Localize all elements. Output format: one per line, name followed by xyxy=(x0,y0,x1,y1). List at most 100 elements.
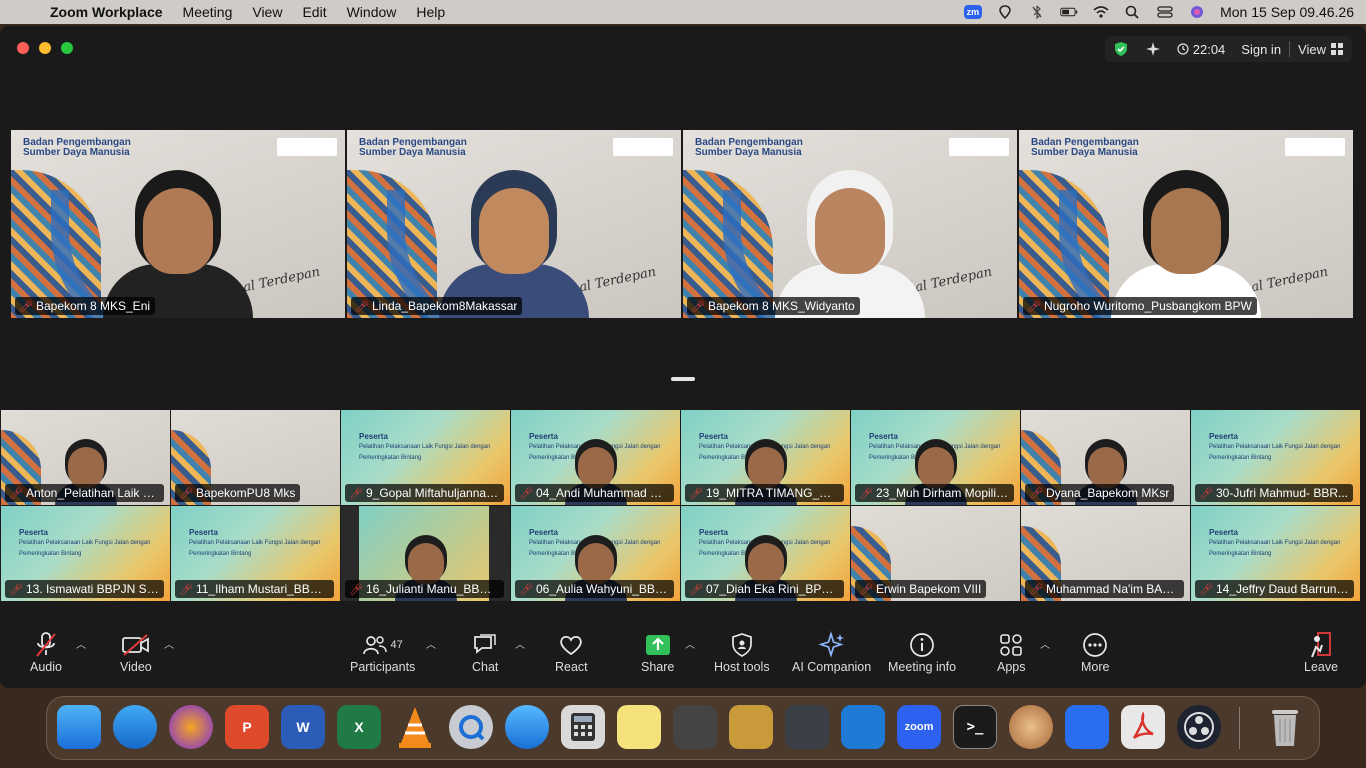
participants-button[interactable]: 47 Participants xyxy=(350,630,415,674)
zoom-app-icon[interactable]: zoom xyxy=(897,705,941,749)
menu-view[interactable]: View xyxy=(242,4,292,20)
trash-icon[interactable] xyxy=(1263,705,1307,749)
control-center-icon[interactable] xyxy=(1156,5,1174,19)
speaker-tile[interactable]: Badan Pengembangan Sumber Daya Manusia Pro… xyxy=(347,130,681,318)
speaker-tile[interactable]: Badan Pengembangan Sumber Daya Manusia Pro… xyxy=(1019,130,1353,318)
gallery-tile[interactable]: PesertaPelatihan Pelaksanaan Laik Fungsi… xyxy=(171,506,340,601)
clock-icon xyxy=(1177,43,1189,55)
menu-window[interactable]: Window xyxy=(337,4,407,20)
menu-app-name[interactable]: Zoom Workplace xyxy=(40,4,173,20)
pdf-reader-icon[interactable] xyxy=(1121,705,1165,749)
gallery-tile[interactable]: 🎤︎ Muhammad Na'im BAPE... xyxy=(1021,506,1190,601)
firefox-icon[interactable] xyxy=(169,705,213,749)
location-icon[interactable] xyxy=(996,5,1014,19)
gallery-tile[interactable]: PesertaPelatihan Pelaksanaan Laik Fungsi… xyxy=(511,410,680,505)
excel-icon[interactable]: X xyxy=(337,705,381,749)
apps-button[interactable]: Apps xyxy=(997,630,1026,674)
share-options-caret[interactable]: ︿ xyxy=(685,636,695,651)
zoom-status-icon[interactable]: zm xyxy=(963,5,983,19)
obs-icon[interactable] xyxy=(1177,705,1221,749)
gallery-tile[interactable]: 🎤︎ BapekomPU8 Mks xyxy=(171,410,340,505)
gallery-tile[interactable]: PesertaPelatihan Pelaksanaan Laik Fungsi… xyxy=(1191,506,1360,601)
gallery-tile[interactable]: PesertaPelatihan Pelaksanaan Laik Fungsi… xyxy=(681,506,850,601)
powerpoint-icon[interactable]: P xyxy=(225,705,269,749)
grid-view-icon xyxy=(1331,43,1343,55)
menu-clock[interactable]: Mon 15 Sep 09.46.26 xyxy=(1220,4,1354,20)
gallery-tile[interactable]: PesertaPelatihan Pelaksanaan Laik Fungsi… xyxy=(851,410,1020,505)
audio-options-caret[interactable]: ︿ xyxy=(76,636,86,651)
ai-companion-button[interactable]: AI Companion xyxy=(792,630,871,674)
wifi-icon[interactable] xyxy=(1092,5,1110,19)
participants-options-caret[interactable]: ︿ xyxy=(426,636,436,651)
video-off-icon xyxy=(121,634,149,656)
siri-icon[interactable] xyxy=(1188,5,1206,19)
heart-icon xyxy=(560,636,583,656)
leave-button[interactable]: Leave xyxy=(1304,630,1338,674)
menu-meeting[interactable]: Meeting xyxy=(173,4,243,20)
apps-label: Apps xyxy=(997,660,1026,674)
roblox-icon[interactable] xyxy=(1065,705,1109,749)
gallery-tile[interactable]: 🎤︎ Anton_Pelatihan Laik Fu... xyxy=(1,410,170,505)
battery-icon[interactable] xyxy=(1060,5,1078,19)
gallery-tile[interactable]: PesertaPelatihan Pelaksanaan Laik Fungsi… xyxy=(1,506,170,601)
chat-options-caret[interactable]: ︿ xyxy=(515,636,525,651)
zoom-window: 22:04 Sign in View Badan Pengembangan Sum… xyxy=(0,26,1366,688)
browser-app-icon[interactable] xyxy=(505,705,549,749)
gallery-tile[interactable]: 🎤︎ Erwin Bapekom VIII xyxy=(851,506,1020,601)
ministry-logo xyxy=(1285,138,1345,156)
vlc-icon[interactable] xyxy=(393,705,437,749)
apps-options-caret[interactable]: ︿ xyxy=(1040,636,1050,651)
speaker-tile[interactable]: Badan Pengembangan Sumber Daya Manusia Pro… xyxy=(683,130,1017,318)
host-tools-button[interactable]: Host tools xyxy=(714,630,770,674)
gallery-tile[interactable]: 🎤︎ Dyana_Bapekom MKsr xyxy=(1021,410,1190,505)
sparkle-icon[interactable] xyxy=(1137,41,1169,57)
calculator-icon[interactable] xyxy=(561,705,605,749)
ministry-logo xyxy=(277,138,337,156)
share-button[interactable]: Share xyxy=(641,630,674,674)
sign-in-button[interactable]: Sign in xyxy=(1233,42,1289,57)
encryption-shield-icon[interactable] xyxy=(1105,41,1137,57)
video-button[interactable]: Video xyxy=(120,630,152,674)
stickies-icon[interactable] xyxy=(617,705,661,749)
maximize-window-button[interactable] xyxy=(61,42,73,54)
menu-edit[interactable]: Edit xyxy=(292,4,336,20)
search-icon[interactable] xyxy=(1124,5,1142,19)
participant-name-label: 🎤︎ 14_Jeffry Daud Barrung... xyxy=(1195,580,1354,598)
word-icon[interactable]: W xyxy=(281,705,325,749)
speaker-tile[interactable]: Badan Pengembangan Sumber Daya Manusia Pro… xyxy=(11,130,345,318)
close-window-button[interactable] xyxy=(17,42,29,54)
gallery-tile[interactable]: 🎤︎ 16_Julianti Manu_BBPJ... xyxy=(341,506,510,601)
resize-handle[interactable] xyxy=(671,377,695,381)
bluetooth-off-icon[interactable] xyxy=(1028,5,1046,19)
chat-icon xyxy=(474,634,496,654)
participant-name-label: 🎤︎ 07_Diah Eka Rini_BPJN... xyxy=(685,580,844,598)
audio-button[interactable]: Audio xyxy=(30,630,62,674)
chat-button[interactable]: Chat xyxy=(472,630,498,674)
menu-help[interactable]: Help xyxy=(406,4,455,20)
participant-name-label: 🎤︎ Dyana_Bapekom MKsr xyxy=(1025,484,1175,502)
archive-utility-icon[interactable] xyxy=(729,705,773,749)
mic-muted-icon: 🎤︎ xyxy=(519,487,533,500)
terminal-icon[interactable]: >_ xyxy=(953,705,997,749)
photo-booth-icon[interactable] xyxy=(673,705,717,749)
color-palette-icon[interactable] xyxy=(1009,705,1053,749)
more-button[interactable]: More xyxy=(1081,630,1109,674)
view-button[interactable]: View xyxy=(1290,42,1352,57)
minimize-window-button[interactable] xyxy=(39,42,51,54)
meeting-info-label: Meeting info xyxy=(888,660,957,674)
network-utility-icon[interactable] xyxy=(785,705,829,749)
gallery-tile[interactable]: PesertaPelatihan Pelaksanaan Laik Fungsi… xyxy=(681,410,850,505)
meeting-info-button[interactable]: Meeting info xyxy=(888,630,956,674)
gallery-tile[interactable]: PesertaPelatihan Pelaksanaan Laik Fungsi… xyxy=(1191,410,1360,505)
safari-icon[interactable] xyxy=(113,705,157,749)
gallery-tile[interactable]: PesertaPelatihan Pelaksanaan Laik Fungsi… xyxy=(341,410,510,505)
video-options-caret[interactable]: ︿ xyxy=(164,636,174,651)
participant-name-label: 🎤︎ 13. Ismawati BBPJN Sul... xyxy=(5,580,164,598)
meeting-timer: 22:04 xyxy=(1169,42,1234,57)
react-button[interactable]: React xyxy=(555,630,588,674)
quicktime-icon[interactable] xyxy=(449,705,493,749)
timer-text: 22:04 xyxy=(1192,41,1226,57)
finder-icon[interactable] xyxy=(57,705,101,749)
vscode-icon[interactable] xyxy=(841,705,885,749)
gallery-tile[interactable]: PesertaPelatihan Pelaksanaan Laik Fungsi… xyxy=(511,506,680,601)
